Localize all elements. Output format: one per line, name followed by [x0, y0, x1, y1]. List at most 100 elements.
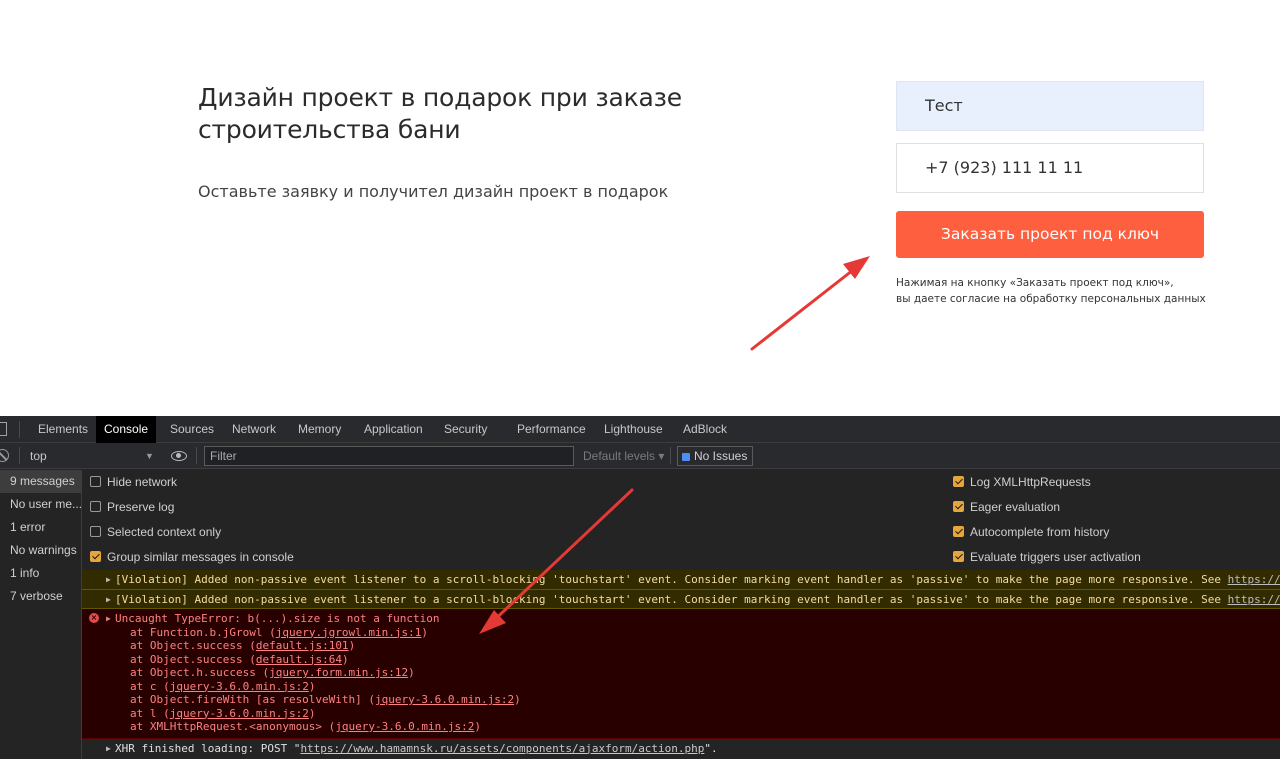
tab-separator [19, 421, 20, 438]
expand-triangle-icon[interactable]: ▶ [106, 590, 111, 609]
option-hide-network[interactable]: Hide network [90, 470, 177, 495]
stack-link[interactable]: jquery-3.6.0.min.js:2 [375, 693, 514, 706]
order-project-button[interactable]: Заказать проект под ключ [896, 211, 1204, 258]
clear-console-icon[interactable] [0, 449, 9, 462]
option-label: Preserve log [107, 500, 175, 514]
toolbar-separator [670, 447, 671, 464]
violation-link[interactable]: https://www.chro [1228, 593, 1280, 606]
option-label: Log XMLHttpRequests [970, 475, 1091, 489]
checkbox-icon[interactable] [90, 526, 101, 537]
consent-line-1: Нажимая на кнопку «Заказать проект под к… [896, 277, 1174, 289]
tab-application[interactable]: Application [356, 416, 431, 443]
console-toolbar: top ▼ Filter Default levels ▾ No Issues [0, 443, 1280, 469]
consent-note: Нажимая на кнопку «Заказать проект под к… [896, 275, 1206, 307]
option-evaluate-triggers[interactable]: Evaluate triggers user activation [953, 545, 1141, 570]
checkbox-checked-icon[interactable] [953, 501, 964, 512]
dock-side-icon[interactable] [0, 422, 7, 436]
console-messages: ▶ [Violation] Added non-passive event lis… [82, 570, 1280, 759]
tab-network[interactable]: Network [224, 416, 284, 443]
error-icon: × [89, 613, 99, 623]
option-label: Eager evaluation [970, 500, 1061, 514]
checkbox-checked-icon[interactable] [953, 551, 964, 562]
devtools-tabbar: Elements Console Sources Network Memory … [0, 416, 1280, 443]
console-filter-input[interactable]: Filter [204, 446, 574, 466]
checkbox-checked-icon[interactable] [90, 551, 101, 562]
stack-frame: at Object.success (default.js:64) [130, 652, 349, 666]
landing-page: Дизайн проект в подарок при заказе строи… [0, 0, 1280, 416]
option-selected-context[interactable]: Selected context only [90, 520, 221, 545]
tab-security[interactable]: Security [436, 416, 495, 443]
xhr-text-end: ". [704, 741, 718, 755]
tab-performance[interactable]: Performance [509, 416, 594, 443]
live-expression-eye-icon[interactable] [171, 451, 187, 461]
stack-link[interactable]: jquery.form.min.js:12 [269, 666, 408, 679]
checkbox-icon[interactable] [90, 476, 101, 487]
stack-link[interactable]: jquery-3.6.0.min.js:2 [170, 680, 309, 693]
stack-frame: at Function.b.jGrowl (jquery.jgrowl.min.… [130, 625, 429, 639]
stack-link[interactable]: default.js:64 [256, 653, 342, 666]
toolbar-separator [19, 447, 20, 464]
option-label: Evaluate triggers user activation [970, 550, 1141, 564]
sidebar-item-errors[interactable]: 1 error [0, 516, 81, 539]
devtools-panel: Elements Console Sources Network Memory … [0, 416, 1280, 759]
expand-triangle-icon[interactable]: ▶ [106, 570, 111, 589]
context-selector[interactable]: top [30, 443, 47, 469]
stack-link[interactable]: default.js:101 [256, 639, 349, 652]
tab-elements[interactable]: Elements [30, 416, 96, 443]
log-levels-dropdown[interactable]: Default levels ▾ [583, 443, 664, 469]
sidebar-item-info[interactable]: 1 info [0, 562, 81, 585]
option-log-xhr[interactable]: Log XMLHttpRequests [953, 470, 1091, 495]
phone-input[interactable]: +7 (923) 111 11 11 [896, 143, 1204, 193]
option-autocomplete-history[interactable]: Autocomplete from history [953, 520, 1109, 545]
consent-line-2: вы даете согласие на обработку персональ… [896, 293, 1206, 305]
console-sidebar: 9 messages No user me... 1 error No warn… [0, 470, 82, 759]
xhr-text: XHR finished loading: POST " [115, 741, 301, 755]
violation-text: [Violation] Added non-passive event list… [115, 592, 1228, 606]
checkbox-checked-icon[interactable] [953, 476, 964, 487]
sidebar-item-messages[interactable]: 9 messages [0, 470, 81, 493]
error-message[interactable]: × ▶ Uncaught TypeError: b(...).size is n… [82, 609, 1280, 739]
stack-link[interactable]: jquery-3.6.0.min.js:2 [335, 720, 474, 733]
violation-message[interactable]: ▶ [Violation] Added non-passive event lis… [82, 570, 1280, 590]
stack-frame: at Object.fireWith [as resolveWith] (jqu… [130, 693, 521, 706]
tab-console[interactable]: Console [96, 416, 157, 443]
option-group-similar[interactable]: Group similar messages in console [90, 545, 294, 570]
issues-label: No Issues [694, 449, 748, 463]
stack-frame: at l (jquery-3.6.0.min.js:2) [130, 706, 316, 720]
expand-triangle-icon[interactable]: ▶ [106, 612, 111, 626]
stack-frame: at Object.success (default.js:101) [130, 639, 356, 652]
stack-frame: at Object.h.success (jquery.form.min.js:… [130, 666, 415, 679]
xhr-link[interactable]: https://www.hamamnsk.ru/assets/component… [300, 742, 704, 755]
expand-triangle-icon[interactable]: ▶ [106, 739, 111, 759]
tab-adblock[interactable]: AdBlock [675, 416, 735, 443]
name-input[interactable]: Тест [896, 81, 1204, 131]
error-headline: Uncaught TypeError: b(...).size is not a… [115, 612, 440, 625]
violation-text: [Violation] Added non-passive event list… [115, 573, 1228, 586]
option-eager-evaluation[interactable]: Eager evaluation [953, 495, 1060, 520]
violation-link[interactable]: https://www.chro [1228, 573, 1280, 586]
stack-frame: at XMLHttpRequest.<anonymous> (jquery-3.… [130, 720, 482, 733]
context-dropdown-icon[interactable]: ▼ [145, 443, 154, 469]
sidebar-item-warnings[interactable]: No warnings [0, 539, 81, 562]
tab-memory[interactable]: Memory [290, 416, 349, 443]
sidebar-item-user-messages[interactable]: No user me... [0, 493, 81, 516]
page-heading: Дизайн проект в подарок при заказе строи… [198, 83, 682, 144]
sidebar-item-verbose[interactable]: 7 verbose [0, 585, 81, 608]
issues-icon [682, 453, 690, 461]
checkbox-icon[interactable] [90, 501, 101, 512]
toolbar-separator [196, 447, 197, 464]
issues-button[interactable]: No Issues [677, 446, 754, 466]
checkbox-checked-icon[interactable] [953, 526, 964, 537]
option-label: Selected context only [107, 525, 222, 539]
stack-link[interactable]: jquery.jgrowl.min.js:1 [276, 626, 422, 639]
violation-message[interactable]: ▶ [Violation] Added non-passive event lis… [82, 589, 1280, 609]
tab-sources[interactable]: Sources [162, 416, 222, 443]
page-subtext: Оставьте заявку и получител дизайн проек… [198, 182, 669, 201]
stack-link[interactable]: jquery-3.6.0.min.js:2 [170, 707, 309, 720]
stack-frame: at c (jquery-3.6.0.min.js:2) [130, 679, 316, 693]
option-label: Group similar messages in console [107, 550, 294, 564]
tab-lighthouse[interactable]: Lighthouse [596, 416, 671, 443]
option-label: Autocomplete from history [970, 525, 1110, 539]
option-preserve-log[interactable]: Preserve log [90, 495, 174, 520]
xhr-message[interactable]: ▶ XHR finished loading: POST "https://www… [82, 739, 1280, 759]
